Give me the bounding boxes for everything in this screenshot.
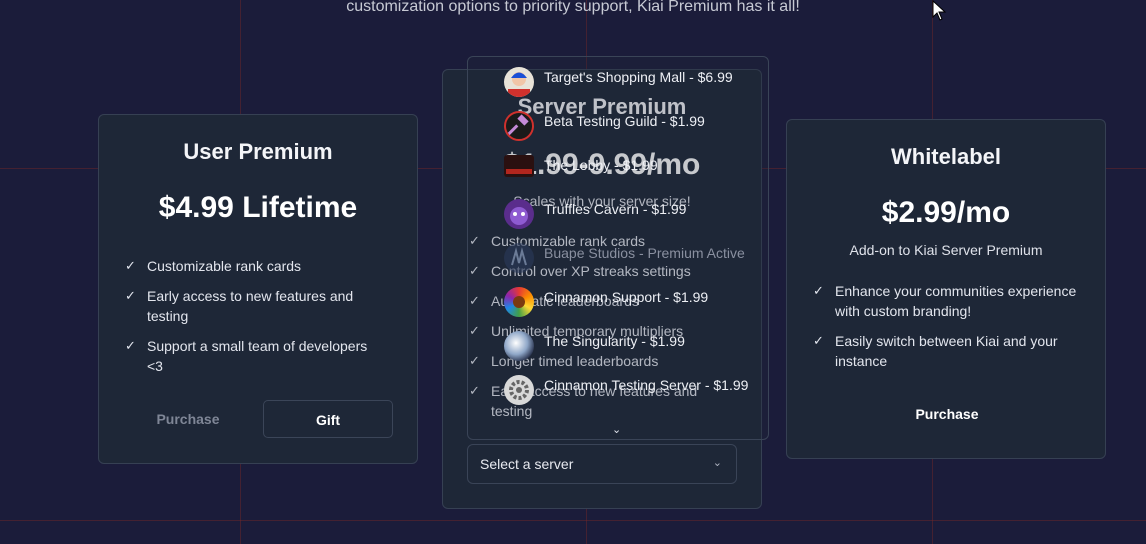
card-title: Whitelabel: [890, 144, 1001, 169]
feature-list: ✓ Enhance your communities experience wit…: [813, 281, 1083, 381]
feature-item: ✓ Customizable rank cards: [125, 258, 302, 274]
grid-line: [0, 520, 1146, 521]
user-premium-card: User Premium $4.99 Lifetime ✓ Customizabl…: [98, 114, 418, 464]
select-label: Select a server: [480, 456, 574, 472]
price: $2.99/mo: [881, 196, 1011, 229]
avatar-rainbow-icon: [504, 287, 534, 317]
avatar-person-icon: [504, 67, 534, 97]
feature-list: ✓ Customizable rank cards ✓ Early access t…: [125, 256, 385, 386]
price: $4.99 Lifetime: [158, 191, 358, 224]
check-icon: ✓: [125, 258, 136, 273]
check-icon: ✓: [813, 283, 824, 298]
server-option-label: Beta Testing Guild - $1.99: [544, 113, 705, 129]
check-icon: ✓: [125, 338, 136, 353]
check-icon: ✓: [125, 288, 136, 303]
avatar-gear-icon: [504, 375, 534, 405]
card-subtitle: Add-on to Kiai Server Premium: [849, 242, 1043, 258]
feature-item: ✓ Support a small team of developers <3: [125, 338, 368, 374]
server-option-label: The Singularity - $1.99: [544, 333, 685, 349]
avatar-red-text-icon: [504, 155, 534, 177]
server-option-label: The Lobby - $1.99: [544, 157, 658, 173]
feature-item: ✓ Easily switch between Kiai and your ins…: [813, 333, 1058, 369]
check-icon: ✓: [813, 333, 824, 348]
feature-item: ✓ Early access to new features and testin…: [125, 288, 354, 324]
gift-button[interactable]: Gift: [263, 400, 393, 438]
avatar-orb-icon: [504, 331, 534, 361]
server-option-label: Cinnamon Testing Server - $1.99: [544, 377, 749, 393]
server-option-label: Truffles Cavern - $1.99: [544, 201, 687, 217]
avatar-studio-icon: [504, 243, 534, 273]
server-select[interactable]: Select a server ⌄: [467, 444, 737, 484]
whitelabel-card: Whitelabel $2.99/mo Add-on to Kiai Serve…: [786, 119, 1106, 459]
server-option-label: Buape Studios - Premium Active: [544, 245, 745, 261]
server-option-label: Cinnamon Support - $1.99: [544, 289, 709, 305]
server-option-label: Target's Shopping Mall - $6.99: [544, 69, 733, 85]
server-dropdown-menu: Target's Shopping Mall - $6.99 Beta Test…: [467, 56, 769, 440]
purchase-button[interactable]: Purchase: [123, 400, 253, 438]
chevron-down-icon[interactable]: ⌄: [612, 423, 621, 436]
page-tagline: customization options to priority suppor…: [346, 0, 800, 15]
feature-item: ✓ Enhance your communities experience wit…: [813, 283, 1077, 319]
mouse-cursor-icon: [932, 0, 947, 21]
chevron-down-icon: ⌄: [712, 457, 722, 469]
avatar-hammer-icon: [504, 111, 534, 141]
avatar-purple-creature-icon: [504, 199, 534, 229]
purchase-button[interactable]: Purchase: [867, 395, 1027, 433]
card-title: User Premium: [183, 139, 333, 164]
